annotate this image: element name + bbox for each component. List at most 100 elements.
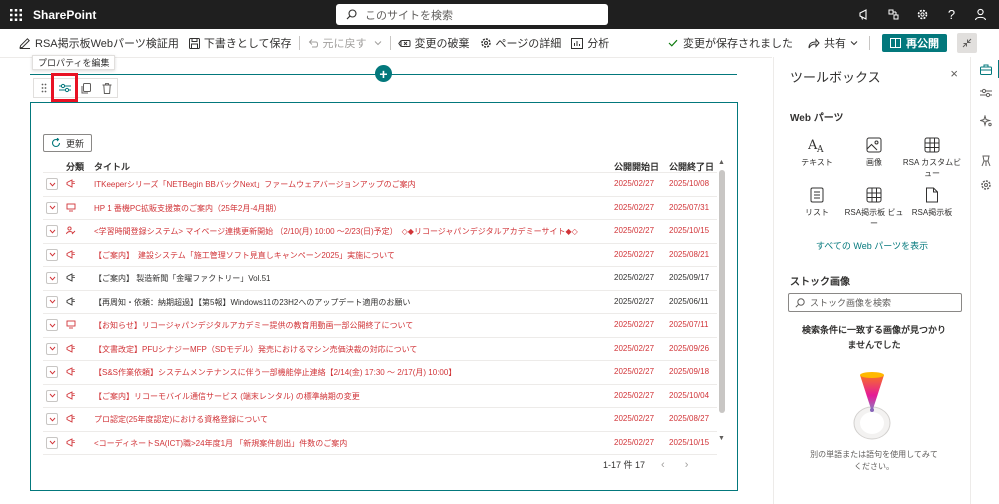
row-title[interactable]: ITKeeperシリーズ「NETBegin BBバックNext」ファームウェアバ… [94,179,416,190]
row-title[interactable]: <学習時間登録システム> マイページ連携更新開始 （2/10(月) 10:00 … [94,226,578,237]
row-title[interactable]: 【ご案内】リコーモバイル通信サービス (端末レンタル) の標準納期の変更 [94,391,360,402]
webpart-rsa-board-view[interactable]: RSA掲示板 ビュー [844,187,904,229]
row-start-date: 2025/02/27 [614,343,655,353]
scrollbar[interactable]: ▲ ▼ [718,159,726,449]
undo-button[interactable]: 元に戻す [302,29,372,57]
expand-chevron-icon[interactable] [46,295,58,308]
scroll-thumb[interactable] [719,170,725,413]
table-row[interactable]: 【ご案内】リコーモバイル通信サービス (端末レンタル) の標準納期の変更 2025… [43,385,717,408]
table-row[interactable]: 【S&S作業依頼】システムメンテナンスに伴う一部機能停止連絡【2/14(金) 1… [43,361,717,385]
expand-chevron-icon[interactable] [46,248,58,261]
discard-label: 変更の破棄 [414,38,470,50]
row-title[interactable]: 【お知らせ】リコージャパンデジタルアカデミー提供の教育用動画一部公開終了について [94,320,413,331]
share-button[interactable]: 共有 [803,29,867,57]
table-row[interactable]: 【再周知・依頼：納期超過】【第5報】Windows11の23H2へのアップデート… [43,291,717,314]
row-start-date: 2025/02/27 [614,414,655,423]
stock-search-placeholder: ストック画像を検索 [810,298,892,308]
analytics-button[interactable]: 分析 [566,29,614,57]
expand-chevron-icon[interactable] [46,413,58,425]
table-row[interactable]: HP 1 番機PC拡販支援策のご案内（25年2月-4月期） 2025/02/27 2… [43,197,717,220]
document-icon [926,187,938,203]
expand-chevron-icon[interactable] [46,272,58,284]
discard-button[interactable]: 変更の破棄 [393,29,475,57]
prev-page-button[interactable]: ‹ [661,459,665,471]
row-start-date: 2025/02/27 [614,320,655,329]
expand-chevron-icon[interactable] [46,178,58,190]
webpart-rsa-board[interactable]: RSA掲示板 [902,187,962,218]
row-title[interactable]: 【ご案内】 建設システム「施工管理ソフト見直しキャンペーン2025」実施について [94,250,395,261]
sparkle-icon[interactable] [971,109,999,133]
add-section-button[interactable]: + [375,65,392,82]
brand-name[interactable]: SharePoint [33,8,96,22]
table-row[interactable]: ITKeeperシリーズ「NETBegin BBバックNext」ファームウェアバ… [43,173,717,197]
table-row[interactable]: 【ご案内】 建設システム「施工管理ソフト見直しキャンペーン2025」実施について… [43,244,717,267]
pagination: 1-17 件 17 ‹ › [603,458,688,471]
expand-chevron-icon[interactable] [46,436,58,449]
column-header-end[interactable]: 公開終了日 [669,160,714,173]
gear-icon[interactable] [971,173,999,197]
save-draft-button[interactable]: 下書きとして保存 [184,29,297,57]
page-details-button[interactable]: ページの詳細 [475,29,567,57]
expand-chevron-icon[interactable] [46,389,58,402]
row-end-date: 2025/09/26 [669,343,710,353]
expand-chevron-icon[interactable] [46,201,58,214]
table-row[interactable]: 【お知らせ】リコージャパンデジタルアカデミー提供の教育用動画一部公開終了について… [43,314,717,338]
search-hint: 別の単語または語句を使用してみて ください。 [794,449,954,473]
column-header-title[interactable]: タイトル [94,160,130,173]
refresh-button[interactable]: 更新 [43,134,93,152]
person-icon[interactable] [966,0,995,29]
row-end-date: 2025/10/15 [669,226,710,235]
stock-image-search-input[interactable]: ストック画像を検索 [788,293,962,312]
delete-button[interactable] [96,79,117,97]
row-title[interactable]: 【ご案内】 製造新聞「金曜ファクトリー」Vol.51 [94,273,270,284]
row-end-date: 2025/07/31 [669,202,710,212]
share-network-icon[interactable] [879,0,908,29]
column-header-start[interactable]: 公開開始日 [614,160,659,173]
command-bar-divider [0,57,772,58]
table-row[interactable]: <学習時間登録システム> マイページ連携更新開始 （2/10(月) 10:00 … [43,220,717,244]
megaphone-icon[interactable] [850,0,879,29]
next-page-button[interactable]: › [685,459,689,471]
see-all-webparts-link[interactable]: すべての Web パーツを表示 [774,239,970,252]
row-title[interactable]: <コーディネートSA(ICT)職>24年度1月 「新規案件創出」件数のご案内 [94,438,347,449]
webpart-image[interactable]: 画像 [844,137,904,168]
sliders-icon[interactable] [971,81,999,105]
row-title[interactable]: 【再周知・依頼：納期超過】【第5報】Windows11の23H2へのアップデート… [94,297,410,308]
expand-chevron-icon[interactable] [46,342,58,355]
table-row[interactable]: 【文書改定】PFUシナジーMFP（SDモデル）発売におけるマシン売価決裁の対応に… [43,338,717,361]
site-search-box[interactable]: このサイトを検索 [336,4,608,25]
table-row[interactable]: 【ご案内】 製造新聞「金曜ファクトリー」Vol.51 2025/02/27 2025… [43,267,717,291]
design-icon[interactable] [971,149,999,173]
scroll-up-icon[interactable]: ▲ [718,159,725,166]
undo-dropdown[interactable] [372,29,388,57]
divider [389,36,391,50]
row-title[interactable]: 【文書改定】PFUシナジーMFP（SDモデル）発売におけるマシン売価決裁の対応に… [94,344,417,355]
webpart-text[interactable]: AA テキスト [787,137,847,168]
expand-chevron-icon[interactable] [46,225,58,237]
chevron-down-icon [850,41,858,46]
table-row[interactable]: <コーディネートSA(ICT)職>24年度1月 「新規案件創出」件数のご案内 20… [43,432,717,455]
row-title[interactable]: 【S&S作業依頼】システムメンテナンスに伴う一部機能停止連絡【2/14(金) 1… [94,367,456,378]
row-end-date: 2025/09/17 [669,273,710,282]
row-title[interactable]: プロ認定(25年度認定)における資格登録について [94,414,268,425]
expand-chevron-icon[interactable] [46,319,58,331]
page-name-button[interactable]: RSA掲示板Webパーツ検証用 [14,29,184,57]
column-header-category[interactable]: 分類 [66,160,84,173]
row-title[interactable]: HP 1 番機PC拡販支援策のご案内（25年2月-4月期） [94,203,281,214]
help-icon[interactable]: ? [937,0,966,29]
close-icon[interactable]: × [950,66,958,81]
row-start-date: 2025/02/27 [614,202,655,212]
table-row[interactable]: プロ認定(25年度認定)における資格登録について 2025/02/27 2025/0… [43,408,717,432]
expand-chevron-icon[interactable] [46,366,58,378]
webpart-list[interactable]: リスト [787,187,847,218]
scroll-down-icon[interactable]: ▼ [718,435,725,442]
gear-icon[interactable] [908,0,937,29]
app-launcher-icon[interactable] [2,0,30,29]
republish-button[interactable]: 再公開 [882,34,947,52]
search-icon [346,9,357,20]
webpart-rsa-custom-view[interactable]: RSA カスタムビュー [902,137,962,179]
gear-icon [480,38,491,48]
collapse-toolbox-button[interactable] [957,33,977,53]
duplicate-button[interactable] [76,79,97,97]
toolbox-icon[interactable] [971,57,999,81]
